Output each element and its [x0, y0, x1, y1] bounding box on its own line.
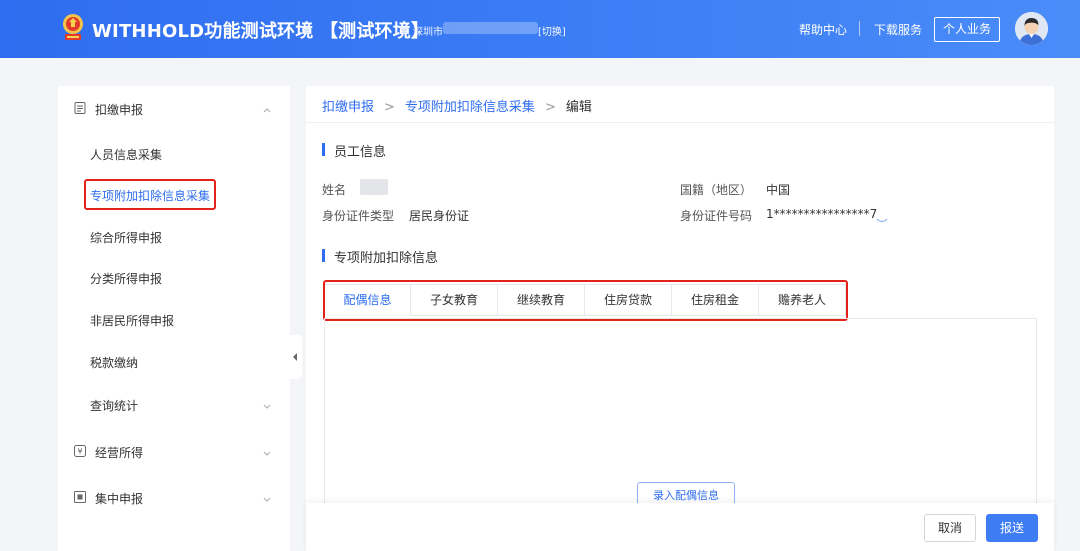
breadcrumb-separator: > [384, 100, 395, 115]
app-title: WITHHOLD功能测试环境 【测试环境】 [92, 21, 430, 42]
menu-group-label: 扣缴申报 [95, 103, 144, 117]
menu-group-centralized-filing[interactable]: 集中申报 [58, 477, 290, 517]
main-panel: 扣缴申报 > 专项附加扣除信息采集 > 编辑 员工信息 姓名 国籍（地区） 中国 身份证… [306, 86, 1054, 551]
help-center-link[interactable]: 帮助中心 [799, 21, 847, 38]
breadcrumb-link-withholding[interactable]: 扣缴申报 [322, 100, 374, 115]
sidebar-item-personnel-collection[interactable]: 人员信息采集 [90, 146, 162, 163]
highlight-box [84, 179, 216, 210]
id-number-label: 身份证件号码 [680, 209, 753, 223]
id-type-label: 身份证件类型 [322, 209, 395, 223]
menu-group-label: 经营所得 [95, 446, 144, 460]
breadcrumb-separator: > [544, 100, 556, 115]
redacted-name [360, 179, 388, 195]
name-label: 姓名 [322, 183, 347, 197]
sidebar: 扣缴申报 人员信息采集 专项附加扣除信息采集 综合所得申报 分类所得申报 非居民… [58, 86, 290, 551]
sidebar-item-query-statistics[interactable]: 查询统计 [90, 397, 138, 414]
submit-button[interactable]: 报送 [986, 514, 1038, 542]
download-service-link[interactable]: 下载服务 [874, 21, 922, 38]
tax-emblem-icon [60, 13, 86, 43]
breadcrumb: 扣缴申报 > 专项附加扣除信息采集 > 编辑 [322, 96, 592, 115]
chevron-up-icon [262, 103, 272, 113]
user-avatar-icon[interactable] [1015, 12, 1048, 45]
sidebar-item-tax-payment[interactable]: 税款缴纳 [90, 354, 138, 371]
nationality-value: 中国 [766, 183, 791, 197]
form-icon [74, 102, 86, 114]
breadcrumb-current: 编辑 [565, 100, 592, 115]
redacted-company-name [443, 22, 538, 34]
section-title-deduction: 专项附加扣除信息 [322, 247, 438, 266]
city-label: 深圳市 [413, 27, 443, 38]
sidebar-collapse-handle[interactable] [290, 335, 302, 379]
business-icon: ¥ [74, 445, 86, 457]
divider [306, 122, 1054, 123]
action-footer: 取消 报送 [306, 503, 1054, 551]
id-type-value: 居民身份证 [409, 209, 470, 223]
menu-group-withholding[interactable]: 扣缴申报 [58, 88, 290, 128]
header-divider [859, 21, 860, 36]
chevron-down-icon [262, 446, 272, 456]
chevron-down-icon [262, 399, 272, 409]
svg-text:¥: ¥ [77, 447, 82, 456]
chevron-down-icon [262, 492, 272, 502]
nationality-label: 国籍（地区） [680, 183, 753, 197]
centralized-icon [74, 491, 86, 503]
sidebar-item-comprehensive-income[interactable]: 综合所得申报 [90, 229, 162, 246]
sidebar-item-nonresident-income[interactable]: 非居民所得申报 [90, 312, 174, 329]
section-title-employee: 员工信息 [322, 141, 386, 160]
top-header: WITHHOLD功能测试环境 【测试环境】 深圳市 [切换] 帮助中心 下载服务… [0, 0, 1080, 58]
personal-business-button[interactable]: 个人业务 [934, 17, 1000, 42]
cancel-button[interactable]: 取消 [924, 514, 976, 542]
eye-toggle-icon[interactable] [876, 213, 888, 223]
id-number-value: 1****************7 [766, 207, 878, 221]
sidebar-item-classified-income[interactable]: 分类所得申报 [90, 270, 162, 287]
highlight-box [323, 280, 848, 321]
menu-group-label: 集中申报 [95, 492, 144, 506]
switch-link[interactable]: [切换] [538, 23, 566, 38]
menu-group-business-income[interactable]: ¥ 经营所得 [58, 431, 290, 471]
breadcrumb-link-special-deduction[interactable]: 专项附加扣除信息采集 [405, 100, 535, 115]
